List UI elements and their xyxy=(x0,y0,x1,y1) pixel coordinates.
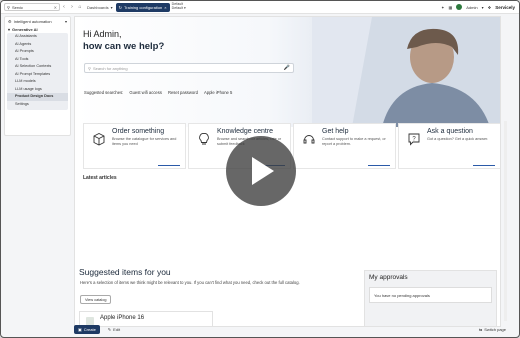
question-icon: ? xyxy=(408,133,420,146)
back-icon[interactable]: ‹ xyxy=(60,3,68,11)
headset-icon xyxy=(303,135,315,144)
global-search-input[interactable]: ⚲ Servic ✕ xyxy=(4,3,60,11)
card-title: Order something xyxy=(112,128,165,135)
sidebar-item-ai-assistants[interactable]: AI Assistants xyxy=(7,33,68,41)
suggested-searches-label: Suggested searches: xyxy=(84,90,124,95)
search-icon: ⚲ xyxy=(88,65,91,71)
avatar[interactable] xyxy=(456,4,463,10)
chevron-down-icon: ▾ xyxy=(110,4,113,10)
search-icon: ⚲ xyxy=(7,4,10,10)
sidebar-item-settings[interactable]: Settings xyxy=(7,101,68,109)
plus-icon: ▣ xyxy=(78,326,82,332)
card-description: Contact support to make a request, or re… xyxy=(322,137,386,146)
switch-label: Switch page xyxy=(484,326,506,332)
portal-search-input[interactable]: ⚲ Search for anything 🎤 xyxy=(84,63,294,73)
video-play-button[interactable] xyxy=(226,136,296,206)
clear-icon[interactable]: ✕ xyxy=(54,5,57,10)
suggested-items-description: Here's a selection of items we think mig… xyxy=(80,280,300,285)
app-window: ⚲ Servic ✕ ‹ › ⌂ Dashboards ▾ ↻ Training… xyxy=(0,0,520,338)
sidebar-item-ai-tools[interactable]: AI Tools xyxy=(7,56,68,64)
suggested-items-title: Suggested items for you xyxy=(79,267,171,277)
card-description: Browse the catalogue for services and it… xyxy=(112,137,177,146)
brand-name: Servicely xyxy=(495,4,515,10)
sidebar-header-label: Intelligent automation xyxy=(13,18,52,24)
suggested-searches: Suggested searches: Guest wifi access Re… xyxy=(84,90,232,95)
scrollbar[interactable] xyxy=(504,121,507,321)
tab-training-configuration[interactable]: ↻ Training configuration × xyxy=(115,2,170,12)
sidebar-item-llm-models[interactable]: LLM models xyxy=(7,78,68,86)
edit-button[interactable]: ✎ Edit xyxy=(104,325,124,334)
sidebar-item-ai-prompts[interactable]: AI Prompts xyxy=(7,48,68,56)
sidebar-items: AI Assistants AI Agents AI Prompts AI To… xyxy=(7,33,68,110)
chevron-down-icon[interactable]: ▾ xyxy=(482,5,484,10)
card-get-help[interactable]: Get help Contact support to make a reque… xyxy=(293,123,396,169)
user-name[interactable]: Admin xyxy=(466,5,477,10)
scope-selector[interactable]: Default Default ▾ xyxy=(171,2,186,11)
card-ask-a-question[interactable]: ? Ask a question Got a question? Get a q… xyxy=(398,123,500,169)
switch-page-button[interactable]: ⇆ Switch page xyxy=(479,327,514,332)
latest-articles-heading: Latest articles xyxy=(83,175,117,181)
grid-icon[interactable]: ▦ xyxy=(448,5,452,10)
view-catalog-button[interactable]: View catalog xyxy=(80,295,112,304)
scope-value: Default xyxy=(171,6,184,10)
automation-icon: ⚙ xyxy=(8,18,12,24)
portal-search-placeholder: Search for anything xyxy=(92,65,128,71)
sidebar-item-ai-agents[interactable]: AI Agents xyxy=(7,41,68,49)
create-label: Create xyxy=(83,326,96,332)
play-icon xyxy=(252,157,274,185)
bottom-action-bar: ▣ Create ✎ Edit ⇆ Switch page xyxy=(74,323,514,335)
greeting: Hi Admin, xyxy=(83,29,122,39)
sidebar: ⚙ Intelligent automation ▾ ▾ Generative … xyxy=(4,16,71,136)
my-approvals-panel: My approvals You have no pending approva… xyxy=(364,270,497,326)
card-title: Get help xyxy=(322,128,349,135)
pencil-icon: ✎ xyxy=(107,326,112,332)
top-bar-right: ✦ ▦ Admin ▾ ❖ Servicely xyxy=(441,4,519,10)
card-accent-bar xyxy=(158,164,180,166)
create-button[interactable]: ▣ Create xyxy=(74,324,100,334)
sidebar-section-generative-ai[interactable]: ▾ Generative AI xyxy=(5,25,70,33)
home-icon[interactable]: ⌂ xyxy=(76,3,84,11)
tab-training-configuration-label: Training configuration xyxy=(123,4,163,10)
refresh-icon: ↻ xyxy=(118,4,122,10)
sidebar-item-ai-selection-contexts[interactable]: AI Selection Contexts xyxy=(7,63,68,71)
brand-logo-icon: ❖ xyxy=(487,4,492,10)
approvals-empty-message: You have no pending approvals xyxy=(369,287,492,303)
tab-dashboards-label: Dashboards xyxy=(87,4,109,10)
chevron-down-icon: ▾ xyxy=(64,18,67,24)
lightbulb-icon xyxy=(199,133,209,145)
forward-icon[interactable]: › xyxy=(68,3,76,11)
sidebar-item-product-design-docs[interactable]: Product Design Docs xyxy=(7,93,68,101)
suggested-search-link[interactable]: Guest wifi access xyxy=(129,90,162,95)
sidebar-item-ai-prompt-templates[interactable]: AI Prompt Templates xyxy=(7,71,68,79)
card-description: Got a question? Get a quick answer. xyxy=(427,137,489,141)
sidebar-section-label: Generative AI xyxy=(12,26,38,32)
sidebar-item-llm-usage-logs[interactable]: LLM usage logs xyxy=(7,86,68,94)
microphone-icon[interactable]: 🎤 xyxy=(284,65,290,71)
hero-person-image xyxy=(312,17,500,127)
hero-question: how can we help? xyxy=(83,41,165,52)
catalog-item-name: Apple iPhone 16 xyxy=(100,315,145,321)
sparkle-icon[interactable]: ✦ xyxy=(441,5,444,10)
hero-banner: Hi Admin, how can we help? ⚲ Search for … xyxy=(75,17,500,127)
suggested-search-link[interactable]: Reset password xyxy=(168,90,198,95)
edit-label: Edit xyxy=(113,326,121,332)
top-bar: ⚲ Servic ✕ ‹ › ⌂ Dashboards ▾ ↻ Training… xyxy=(1,1,519,14)
suggested-search-link[interactable]: Apple iPhone 5 xyxy=(204,90,232,95)
card-order-something[interactable]: Order something Browse the catalogue for… xyxy=(83,123,186,169)
card-title: Knowledge centre xyxy=(217,128,274,135)
card-accent-bar xyxy=(368,164,390,166)
switch-icon: ⇆ xyxy=(478,326,483,332)
tab-dashboards[interactable]: Dashboards ▾ xyxy=(84,3,116,12)
box-icon xyxy=(93,132,105,146)
card-title: Ask a question xyxy=(427,128,473,135)
search-value: Servic xyxy=(11,4,24,10)
chevron-down-icon: ▾ xyxy=(8,26,11,32)
sidebar-header[interactable]: ⚙ Intelligent automation ▾ xyxy=(5,17,70,25)
my-approvals-title: My approvals xyxy=(369,274,408,281)
close-icon[interactable]: × xyxy=(164,5,166,10)
svg-text:?: ? xyxy=(412,136,416,142)
card-accent-bar xyxy=(473,164,495,166)
chevron-down-icon: ▾ xyxy=(184,6,186,10)
